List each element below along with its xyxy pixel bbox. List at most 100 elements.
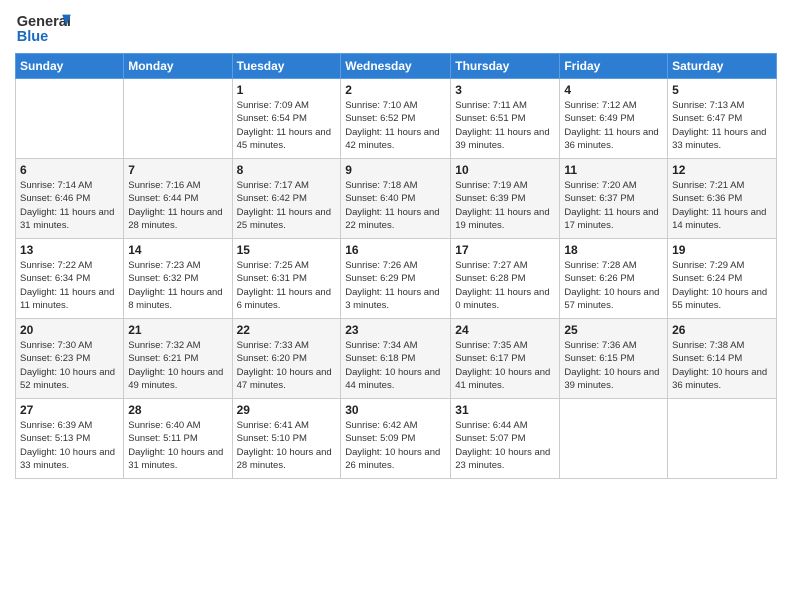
calendar-cell: 24 Sunrise: 7:35 AM Sunset: 6:17 PM Dayli…	[451, 319, 560, 399]
calendar-cell: 17 Sunrise: 7:27 AM Sunset: 6:28 PM Dayli…	[451, 239, 560, 319]
calendar-cell: 2 Sunrise: 7:10 AM Sunset: 6:52 PM Daylig…	[341, 79, 451, 159]
day-number: 4	[564, 83, 663, 97]
day-info: Sunrise: 7:19 AM Sunset: 6:39 PM Dayligh…	[455, 179, 555, 232]
weekday-header-row: SundayMondayTuesdayWednesdayThursdayFrid…	[16, 54, 777, 79]
day-number: 27	[20, 403, 119, 417]
calendar-cell: 30 Sunrise: 6:42 AM Sunset: 5:09 PM Dayli…	[341, 399, 451, 479]
day-number: 17	[455, 243, 555, 257]
calendar-cell: 13 Sunrise: 7:22 AM Sunset: 6:34 PM Dayli…	[16, 239, 124, 319]
calendar-cell: 21Sunrise: 7:32 AM Sunset: 6:21 PM Dayli…	[124, 319, 232, 399]
day-info: Sunrise: 7:32 AM Sunset: 6:21 PM Dayligh…	[128, 339, 227, 392]
day-info: Sunrise: 7:25 AM Sunset: 6:31 PM Dayligh…	[237, 259, 337, 312]
day-number: 15	[237, 243, 337, 257]
logo-icon: GeneralBlue	[15, 10, 75, 45]
calendar-cell: 23 Sunrise: 7:34 AM Sunset: 6:18 PM Dayli…	[341, 319, 451, 399]
calendar-cell	[16, 79, 124, 159]
day-info: Sunrise: 6:39 AM Sunset: 5:13 PM Dayligh…	[20, 419, 119, 472]
day-info: Sunrise: 7:38 AM Sunset: 6:14 PM Dayligh…	[672, 339, 772, 392]
calendar-cell: 3 Sunrise: 7:11 AM Sunset: 6:51 PM Daylig…	[451, 79, 560, 159]
day-number: 11	[564, 163, 663, 177]
day-number: 22	[237, 323, 337, 337]
weekday-header-tuesday: Tuesday	[232, 54, 341, 79]
day-number: 1	[237, 83, 337, 97]
calendar-cell: 25Sunrise: 7:36 AM Sunset: 6:15 PM Dayli…	[560, 319, 668, 399]
day-number: 14	[128, 243, 227, 257]
calendar-cell: 10 Sunrise: 7:19 AM Sunset: 6:39 PM Dayli…	[451, 159, 560, 239]
day-number: 20	[20, 323, 119, 337]
day-number: 19	[672, 243, 772, 257]
header: GeneralBlue	[15, 10, 777, 45]
day-info: Sunrise: 7:11 AM Sunset: 6:51 PM Dayligh…	[455, 99, 555, 152]
day-info: Sunrise: 6:42 AM Sunset: 5:09 PM Dayligh…	[345, 419, 446, 472]
day-number: 23	[345, 323, 446, 337]
day-number: 7	[128, 163, 227, 177]
day-info: Sunrise: 7:35 AM Sunset: 6:17 PM Dayligh…	[455, 339, 555, 392]
calendar-cell: 14 Sunrise: 7:23 AM Sunset: 6:32 PM Dayli…	[124, 239, 232, 319]
day-number: 2	[345, 83, 446, 97]
weekday-header-wednesday: Wednesday	[341, 54, 451, 79]
day-info: Sunrise: 7:10 AM Sunset: 6:52 PM Dayligh…	[345, 99, 446, 152]
day-number: 10	[455, 163, 555, 177]
day-number: 3	[455, 83, 555, 97]
calendar-cell: 19 Sunrise: 7:29 AM Sunset: 6:24 PM Dayli…	[668, 239, 777, 319]
day-info: Sunrise: 6:44 AM Sunset: 5:07 PM Dayligh…	[455, 419, 555, 472]
day-info: Sunrise: 6:41 AM Sunset: 5:10 PM Dayligh…	[237, 419, 337, 472]
calendar-cell: 9Sunrise: 7:18 AM Sunset: 6:40 PM Daylig…	[341, 159, 451, 239]
weekday-header-saturday: Saturday	[668, 54, 777, 79]
day-info: Sunrise: 7:14 AM Sunset: 6:46 PM Dayligh…	[20, 179, 119, 232]
calendar-cell: 27 Sunrise: 6:39 AM Sunset: 5:13 PM Dayli…	[16, 399, 124, 479]
day-number: 30	[345, 403, 446, 417]
calendar-body: 1 Sunrise: 7:09 AM Sunset: 6:54 PM Daylig…	[16, 79, 777, 479]
svg-text:Blue: Blue	[17, 29, 49, 45]
day-info: Sunrise: 7:30 AM Sunset: 6:23 PM Dayligh…	[20, 339, 119, 392]
calendar-cell	[560, 399, 668, 479]
calendar-cell: 16 Sunrise: 7:26 AM Sunset: 6:29 PM Dayli…	[341, 239, 451, 319]
day-info: Sunrise: 7:26 AM Sunset: 6:29 PM Dayligh…	[345, 259, 446, 312]
day-number: 12	[672, 163, 772, 177]
calendar-week-row: 6 Sunrise: 7:14 AM Sunset: 6:46 PM Daylig…	[16, 159, 777, 239]
logo: GeneralBlue	[15, 10, 75, 45]
day-number: 18	[564, 243, 663, 257]
day-info: Sunrise: 6:40 AM Sunset: 5:11 PM Dayligh…	[128, 419, 227, 472]
calendar-cell: 7Sunrise: 7:16 AM Sunset: 6:44 PM Daylig…	[124, 159, 232, 239]
calendar-cell	[124, 79, 232, 159]
weekday-header-thursday: Thursday	[451, 54, 560, 79]
day-info: Sunrise: 7:28 AM Sunset: 6:26 PM Dayligh…	[564, 259, 663, 312]
day-number: 6	[20, 163, 119, 177]
calendar-cell: 18 Sunrise: 7:28 AM Sunset: 6:26 PM Dayli…	[560, 239, 668, 319]
day-info: Sunrise: 7:29 AM Sunset: 6:24 PM Dayligh…	[672, 259, 772, 312]
day-number: 29	[237, 403, 337, 417]
calendar-week-row: 1 Sunrise: 7:09 AM Sunset: 6:54 PM Daylig…	[16, 79, 777, 159]
day-number: 13	[20, 243, 119, 257]
day-number: 24	[455, 323, 555, 337]
calendar-cell: 5Sunrise: 7:13 AM Sunset: 6:47 PM Daylig…	[668, 79, 777, 159]
calendar: SundayMondayTuesdayWednesdayThursdayFrid…	[15, 53, 777, 479]
calendar-week-row: 13 Sunrise: 7:22 AM Sunset: 6:34 PM Dayli…	[16, 239, 777, 319]
calendar-cell: 28Sunrise: 6:40 AM Sunset: 5:11 PM Dayli…	[124, 399, 232, 479]
day-number: 25	[564, 323, 663, 337]
day-number: 31	[455, 403, 555, 417]
day-info: Sunrise: 7:23 AM Sunset: 6:32 PM Dayligh…	[128, 259, 227, 312]
day-info: Sunrise: 7:09 AM Sunset: 6:54 PM Dayligh…	[237, 99, 337, 152]
day-info: Sunrise: 7:20 AM Sunset: 6:37 PM Dayligh…	[564, 179, 663, 232]
calendar-cell: 26Sunrise: 7:38 AM Sunset: 6:14 PM Dayli…	[668, 319, 777, 399]
calendar-cell: 22Sunrise: 7:33 AM Sunset: 6:20 PM Dayli…	[232, 319, 341, 399]
day-number: 16	[345, 243, 446, 257]
calendar-cell	[668, 399, 777, 479]
calendar-week-row: 20 Sunrise: 7:30 AM Sunset: 6:23 PM Dayli…	[16, 319, 777, 399]
day-info: Sunrise: 7:12 AM Sunset: 6:49 PM Dayligh…	[564, 99, 663, 152]
calendar-cell: 29 Sunrise: 6:41 AM Sunset: 5:10 PM Dayli…	[232, 399, 341, 479]
day-info: Sunrise: 7:22 AM Sunset: 6:34 PM Dayligh…	[20, 259, 119, 312]
day-number: 8	[237, 163, 337, 177]
calendar-cell: 1 Sunrise: 7:09 AM Sunset: 6:54 PM Daylig…	[232, 79, 341, 159]
calendar-header: SundayMondayTuesdayWednesdayThursdayFrid…	[16, 54, 777, 79]
day-info: Sunrise: 7:17 AM Sunset: 6:42 PM Dayligh…	[237, 179, 337, 232]
weekday-header-monday: Monday	[124, 54, 232, 79]
calendar-cell: 31 Sunrise: 6:44 AM Sunset: 5:07 PM Dayli…	[451, 399, 560, 479]
day-info: Sunrise: 7:13 AM Sunset: 6:47 PM Dayligh…	[672, 99, 772, 152]
calendar-cell: 11 Sunrise: 7:20 AM Sunset: 6:37 PM Dayli…	[560, 159, 668, 239]
calendar-cell: 8 Sunrise: 7:17 AM Sunset: 6:42 PM Daylig…	[232, 159, 341, 239]
calendar-cell: 15 Sunrise: 7:25 AM Sunset: 6:31 PM Dayli…	[232, 239, 341, 319]
day-info: Sunrise: 7:34 AM Sunset: 6:18 PM Dayligh…	[345, 339, 446, 392]
day-info: Sunrise: 7:27 AM Sunset: 6:28 PM Dayligh…	[455, 259, 555, 312]
